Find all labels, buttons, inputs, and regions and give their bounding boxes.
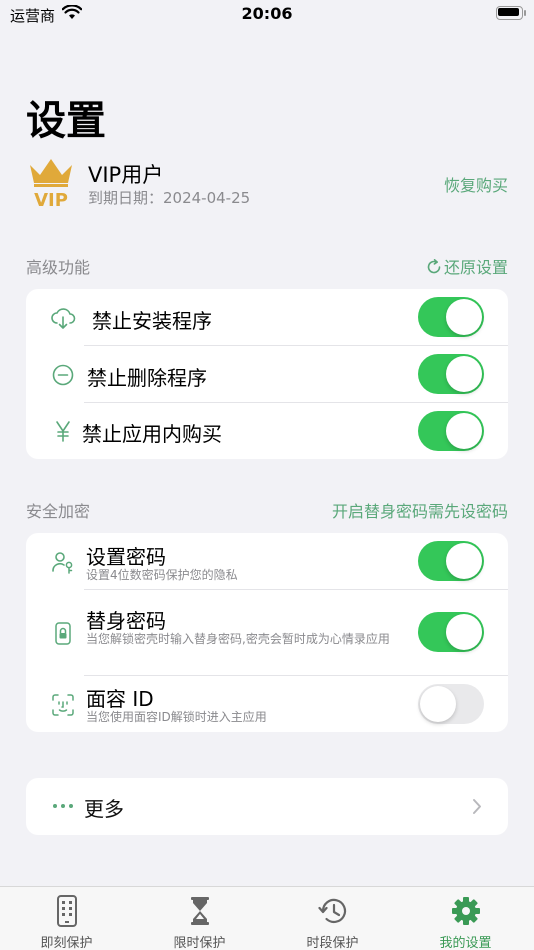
restore-purchase-button[interactable]: 恢复购买 — [444, 172, 508, 196]
tab-my-settings[interactable]: 我的设置 — [399, 887, 532, 950]
tab-timed-protect[interactable]: 限时保护 — [133, 887, 266, 950]
yen-icon — [56, 421, 70, 442]
hourglass-icon — [191, 897, 209, 925]
face-id-desc: 当您使用面容ID解锁时进入主应用 — [86, 710, 267, 724]
reset-settings-label: 还原设置 — [443, 258, 508, 277]
page-title: 设置 — [26, 98, 106, 144]
battery-icon — [496, 6, 526, 21]
status-bar: 运营商 20:06 — [0, 0, 534, 30]
row-block-install: 禁止安装程序 — [26, 289, 508, 346]
advanced-card: 禁止安装程序 禁止删除程序 禁止应用内购买 — [26, 289, 508, 459]
vip-badge-text: VIP — [34, 190, 68, 209]
user-key-icon — [52, 552, 73, 574]
advanced-section-header: 高级功能 还原设置 — [26, 254, 508, 278]
vip-row: VIP VIP用户 到期日期：2024-04-25 恢复购买 — [26, 152, 508, 212]
chevron-right-icon — [473, 799, 481, 814]
decoy-password-desc: 当您解锁密壳时输入替身密码,密壳会暂时成为心情录应用 — [86, 632, 390, 646]
row-face-id: 面容 ID 当您使用面容ID解锁时进入主应用 — [26, 676, 508, 732]
clock-history-icon — [318, 898, 347, 924]
reset-settings-button[interactable]: 还原设置 — [426, 254, 508, 278]
decoy-password-toggle[interactable] — [418, 612, 484, 652]
status-time: 20:06 — [241, 4, 293, 23]
row-decoy-password: 替身密码 当您解锁密壳时输入替身密码,密壳会暂时成为心情录应用 — [26, 590, 508, 676]
set-password-toggle[interactable] — [418, 541, 484, 581]
tab-instant-protect[interactable]: 即刻保护 — [0, 887, 133, 950]
tab-bar: 即刻保护 限时保护 时段保护 我的设置 — [0, 886, 534, 950]
row-set-password: 设置密码 设置4位数密码保护您的隐私 — [26, 533, 508, 590]
tab-schedule-protect-label: 时段保护 — [306, 936, 359, 950]
tab-timed-protect-label: 限时保护 — [173, 936, 226, 950]
face-id-toggle[interactable] — [418, 684, 484, 724]
block-delete-toggle[interactable] — [418, 354, 484, 394]
security-header-label: 安全加密 — [26, 502, 91, 521]
face-id-label: 面容 ID — [86, 687, 154, 711]
cloud-download-icon — [51, 308, 76, 329]
block-install-label: 禁止安装程序 — [92, 309, 212, 333]
phone-icon — [57, 895, 77, 927]
block-delete-label: 禁止删除程序 — [87, 366, 207, 390]
vip-crown-icon: VIP — [30, 159, 72, 209]
more-row[interactable]: 更多 — [26, 778, 508, 835]
vip-name: VIP用户 — [88, 163, 164, 187]
set-password-label: 设置密码 — [86, 545, 166, 569]
face-id-icon — [52, 694, 74, 716]
security-card: 设置密码 设置4位数密码保护您的隐私 替身密码 当您解锁密壳时输入替身密码,密壳… — [26, 533, 508, 732]
tab-instant-protect-label: 即刻保护 — [40, 936, 93, 950]
decoy-password-hint: 开启替身密码需先设密码 — [331, 502, 508, 521]
ellipsis-icon — [53, 804, 73, 808]
lock-icon — [55, 622, 71, 645]
decoy-password-label: 替身密码 — [86, 609, 166, 633]
set-password-desc: 设置4位数密码保护您的隐私 — [86, 568, 238, 582]
tab-schedule-protect[interactable]: 时段保护 — [266, 887, 399, 950]
security-section-header: 安全加密 开启替身密码需先设密码 — [26, 498, 508, 522]
advanced-header-label: 高级功能 — [26, 258, 91, 277]
block-install-toggle[interactable] — [418, 297, 484, 337]
more-label: 更多 — [84, 797, 124, 821]
row-block-iap: 禁止应用内购买 — [26, 403, 508, 459]
tab-my-settings-label: 我的设置 — [439, 936, 492, 950]
block-iap-toggle[interactable] — [418, 411, 484, 451]
minus-circle-icon — [52, 364, 74, 386]
vip-expiry: 到期日期：2024-04-25 — [88, 189, 251, 207]
refresh-icon — [427, 259, 441, 274]
row-block-delete: 禁止删除程序 — [26, 346, 508, 403]
block-iap-label: 禁止应用内购买 — [82, 422, 222, 446]
gear-icon — [452, 897, 480, 925]
